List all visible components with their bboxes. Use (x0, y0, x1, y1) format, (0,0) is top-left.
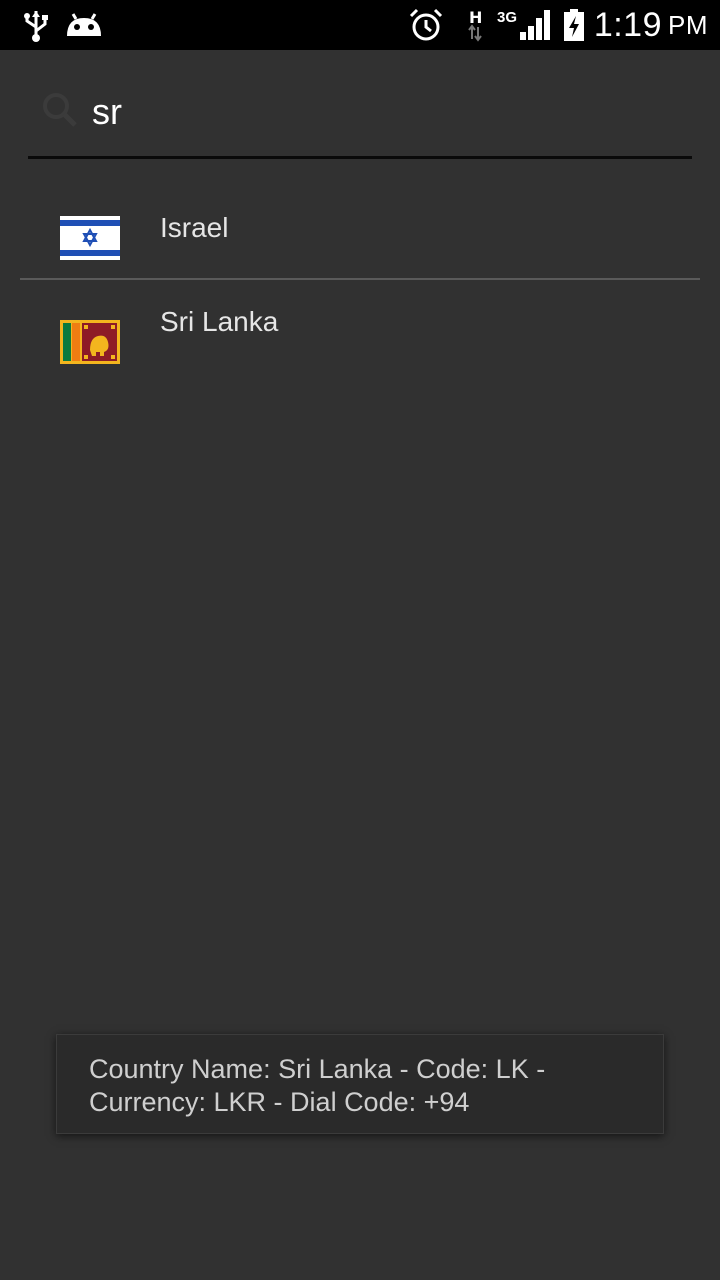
android-debug-icon (64, 0, 104, 50)
toast-line-2: Currency: LKR - Dial Code: +94 (89, 1087, 470, 1117)
country-name: Israel (160, 212, 229, 243)
usb-icon (22, 0, 50, 50)
clock-ampm: PM (668, 9, 708, 40)
israel-flag-icon (60, 216, 120, 265)
search-bar (28, 72, 692, 160)
battery-charging-icon (562, 0, 586, 50)
status-bar: H 3G 1:19 PM (0, 0, 720, 50)
toast-message: Country Name: Sri Lanka - Code: LK - Cur… (56, 1034, 664, 1134)
search-input[interactable] (92, 88, 682, 136)
network-type-label: 3G (497, 9, 518, 26)
list-item-sri-lanka[interactable]: Sri Lanka (20, 280, 700, 382)
country-name: Sri Lanka (160, 306, 279, 337)
country-list: Israel Sri Lanka (20, 176, 700, 382)
clock-time: 1:19 (593, 5, 662, 44)
toast-text: Country Name: Sri Lanka - Code: LK - Cur… (89, 1053, 629, 1119)
data-activity-icon: H (464, 0, 486, 50)
svg-text:H: H (469, 8, 482, 27)
clock: 1:19 PM (594, 0, 708, 50)
search-underline (28, 156, 692, 159)
sri-lanka-flag-icon (60, 320, 120, 369)
signal-icon (518, 0, 552, 50)
toast-line-1: Country Name: Sri Lanka - Code: LK - (89, 1054, 546, 1084)
list-item-israel[interactable]: Israel (20, 176, 700, 278)
alarm-icon (408, 0, 444, 50)
search-icon (40, 90, 80, 135)
